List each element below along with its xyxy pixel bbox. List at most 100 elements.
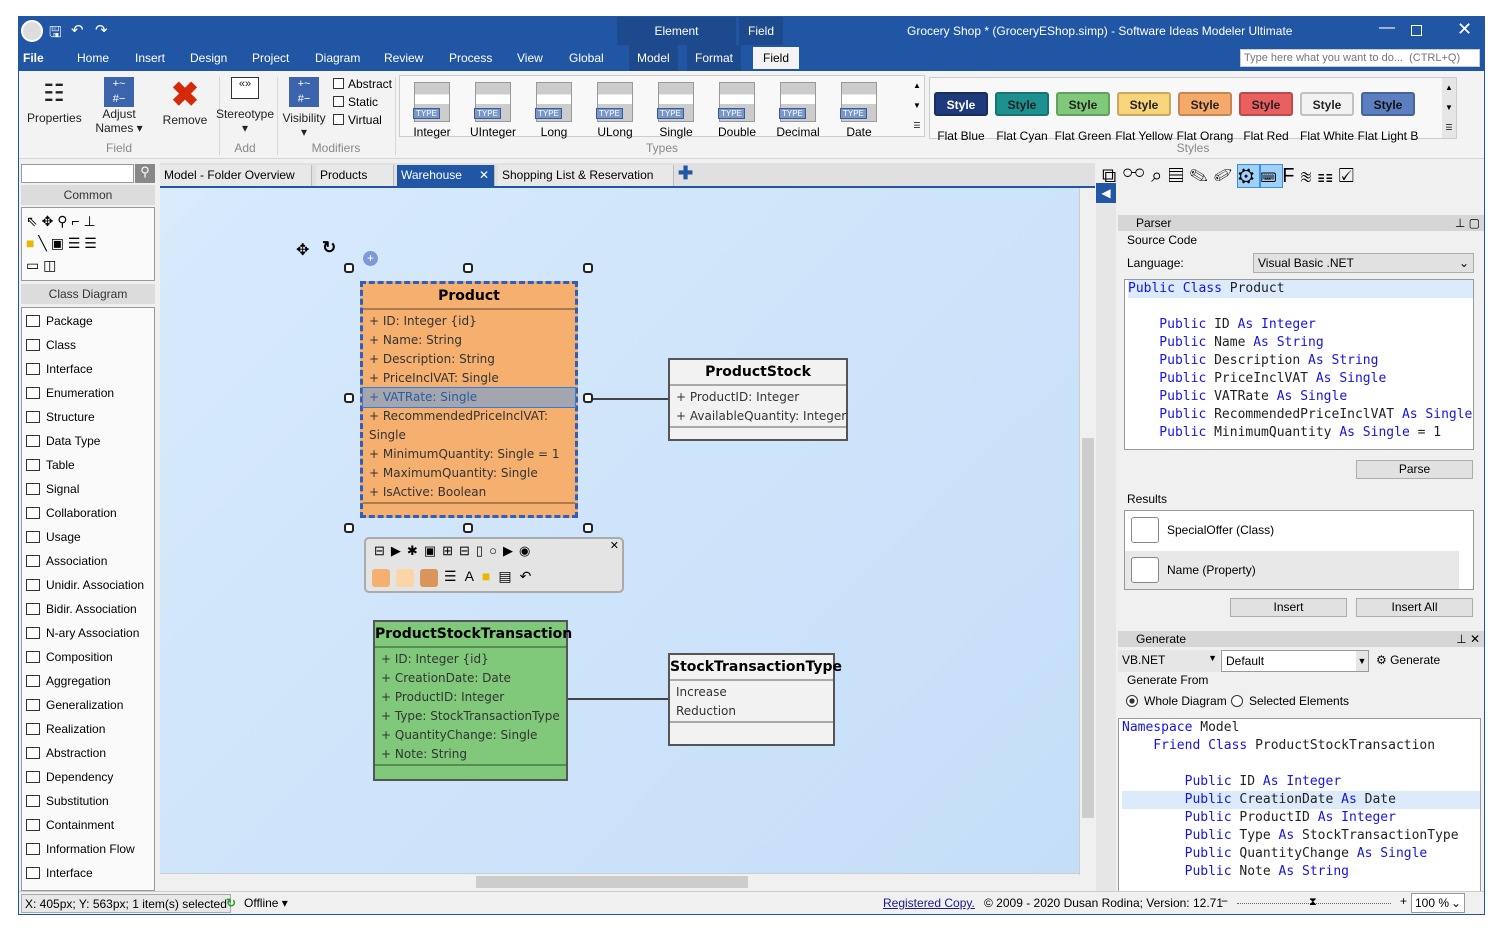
- menu-file[interactable]: File: [23, 51, 44, 65]
- note-icon[interactable]: ■: [26, 235, 34, 251]
- checkbox-box[interactable]: [333, 96, 344, 107]
- checkbox-box[interactable]: [333, 78, 344, 89]
- maximize-button[interactable]: [1411, 25, 1422, 36]
- resize-handle[interactable]: [344, 523, 354, 533]
- connection-status[interactable]: Offline ▾: [244, 896, 288, 910]
- enum-stocktransactiontype[interactable]: StockTransactionType Increase Reduction: [668, 653, 842, 746]
- style-button-5[interactable]: Style: [1239, 92, 1293, 116]
- type-button-uinteger[interactable]: TYPE UInteger: [465, 82, 521, 139]
- generated-code-viewer[interactable]: Namespace Model Friend Class ProductStoc…: [1118, 718, 1481, 900]
- toolbox-item-package[interactable]: Package: [26, 311, 93, 331]
- color-swatch[interactable]: [396, 569, 414, 587]
- toolbox-item-table[interactable]: Table: [26, 455, 75, 475]
- toolbox-item-composition[interactable]: Composition: [26, 647, 113, 667]
- menu-project[interactable]: Project: [252, 51, 289, 65]
- generate-button[interactable]: ⚙ Generate: [1372, 650, 1484, 672]
- text-icon[interactable]: ☰: [68, 235, 81, 251]
- radio-button[interactable]: [1231, 695, 1243, 707]
- template-select[interactable]: Default ▼: [1221, 650, 1369, 672]
- line-icon[interactable]: ╲: [38, 235, 46, 251]
- list-icon[interactable]: ☰: [84, 235, 97, 251]
- add-operation-icon[interactable]: ▶: [391, 543, 407, 558]
- close-tab-icon[interactable]: ✕: [479, 165, 489, 186]
- insert-button[interactable]: Insert: [1230, 598, 1347, 617]
- toolbox-item-aggregation[interactable]: Aggregation: [26, 671, 111, 691]
- text-style-icon[interactable]: A: [465, 568, 482, 584]
- styles-scroll[interactable]: ▲ ▼ ☰: [1442, 78, 1456, 138]
- toolbox-item-abstraction[interactable]: Abstraction: [26, 743, 106, 763]
- toolbox-item-association[interactable]: Association: [26, 551, 107, 571]
- class-name[interactable]: Product: [363, 284, 575, 310]
- tab-warehouse[interactable]: Warehouse ✕: [397, 165, 495, 186]
- tab-model-folder-overview[interactable]: Model - Folder Overview: [160, 165, 312, 186]
- class-product[interactable]: Product + ID: Integer {id} + Name: String +…: [360, 281, 578, 518]
- gallery-scroll[interactable]: ▲ ▼ ☰: [910, 76, 924, 136]
- tab-products[interactable]: Products: [316, 165, 394, 186]
- close-button[interactable]: ✕: [1457, 19, 1472, 40]
- note-style-icon[interactable]: ■: [482, 568, 498, 584]
- enum-literal[interactable]: Increase: [670, 683, 833, 702]
- source-code-editor[interactable]: Public Class Product Public ID As Intege…: [1124, 279, 1474, 450]
- style-button-3[interactable]: Style: [1117, 92, 1171, 116]
- toolbox-item-information-flow[interactable]: Information Flow: [26, 839, 135, 859]
- add-element-icon[interactable]: +: [363, 251, 378, 266]
- toolbox-item-substitution[interactable]: Substitution: [26, 791, 109, 811]
- attribute[interactable]: + MaximumQuantity: Single: [363, 464, 575, 483]
- style-button-6[interactable]: Style: [1300, 92, 1354, 116]
- style-button-4[interactable]: Style: [1178, 92, 1232, 116]
- line-style-icon[interactable]: ☰: [444, 568, 465, 584]
- pin-icon[interactable]: ⊥ ▢: [1455, 215, 1480, 231]
- toolbox-item-containment[interactable]: Containment: [26, 815, 114, 835]
- style-button-1[interactable]: Style: [995, 92, 1049, 116]
- attribute[interactable]: + QuantityChange: Single: [375, 726, 566, 745]
- resize-handle[interactable]: [583, 523, 593, 533]
- minimize-button[interactable]: —: [1379, 19, 1395, 37]
- generate-language-select[interactable]: VB.NET ▼: [1118, 650, 1220, 672]
- style-button-7[interactable]: Style: [1361, 92, 1415, 116]
- properties-button[interactable]: ☷ Properties: [27, 79, 82, 125]
- visibility-button[interactable]: +~ #− Visibility ▾: [281, 77, 327, 139]
- generate-code-icon[interactable]: ⚙: [1237, 164, 1262, 188]
- attribute[interactable]: + ProductID: Integer: [670, 388, 846, 407]
- type-button-double[interactable]: TYPE Double: [709, 82, 765, 139]
- toolbox-item-usage[interactable]: Usage: [26, 527, 81, 547]
- folder-icon[interactable]: ▭: [26, 257, 39, 273]
- attribute[interactable]: Single: [363, 426, 575, 445]
- insert-space-icon[interactable]: ⊥: [83, 213, 95, 229]
- attribute[interactable]: + ProductID: Integer: [375, 688, 566, 707]
- menu-home[interactable]: Home: [77, 51, 109, 65]
- checkbox-abstract[interactable]: Abstract: [333, 77, 392, 91]
- diagram-canvas[interactable]: ✥ ↻ + Product + ID: Integer {id} + Name: S…: [160, 186, 1095, 889]
- add-member-icon[interactable]: ⊟: [459, 543, 476, 558]
- parse-button[interactable]: Parse: [1356, 460, 1473, 479]
- menu-format[interactable]: Format: [687, 45, 742, 71]
- attribute[interactable]: + ID: Integer {id}: [363, 312, 575, 331]
- attribute[interactable]: + CreationDate: Date: [375, 669, 566, 688]
- class-productstocktransaction[interactable]: ProductStockTransaction + ID: Integer {id…: [373, 620, 572, 781]
- move-icon[interactable]: ✥: [42, 213, 54, 229]
- image-icon[interactable]: ▣: [51, 235, 64, 251]
- zoom-slider[interactable]: − ⧗ +: [1221, 894, 1407, 912]
- toolbox-item-enumeration[interactable]: Enumeration: [26, 383, 114, 403]
- toolbox-item-structure[interactable]: Structure: [26, 407, 95, 427]
- toolbox-item-generalization[interactable]: Generalization: [26, 695, 123, 715]
- panel-collapse-strip[interactable]: ◀: [1096, 183, 1116, 891]
- language-select[interactable]: Visual Basic .NET ⌄: [1253, 253, 1474, 273]
- add-event-icon[interactable]: ▶: [503, 543, 519, 558]
- attribute[interactable]: + IsActive: Boolean: [363, 483, 575, 502]
- attribute[interactable]: + Type: StockTransactionType: [375, 707, 566, 726]
- toolbox-item-collaboration[interactable]: Collaboration: [26, 503, 117, 523]
- enum-literal[interactable]: Reduction: [670, 702, 833, 721]
- type-button-ulong[interactable]: TYPE ULong: [587, 82, 643, 139]
- toolbox-item-realization[interactable]: Realization: [26, 719, 105, 739]
- resize-handle[interactable]: [344, 393, 354, 403]
- close-toolbar-icon[interactable]: ✕: [610, 539, 619, 552]
- resize-handle[interactable]: [583, 263, 593, 273]
- windows-icon[interactable]: ⧉: [1102, 165, 1122, 187]
- menu-model[interactable]: Model: [629, 45, 678, 71]
- toolbox-section-class-diagram[interactable]: Class Diagram: [21, 284, 155, 304]
- hierarchy-icon[interactable]: ⚯: [1122, 165, 1151, 187]
- class-productstock[interactable]: ProductStock + ProductID: Integer + Availa…: [668, 358, 848, 441]
- menu-review[interactable]: Review: [384, 51, 423, 65]
- menu-global[interactable]: Global: [569, 51, 604, 65]
